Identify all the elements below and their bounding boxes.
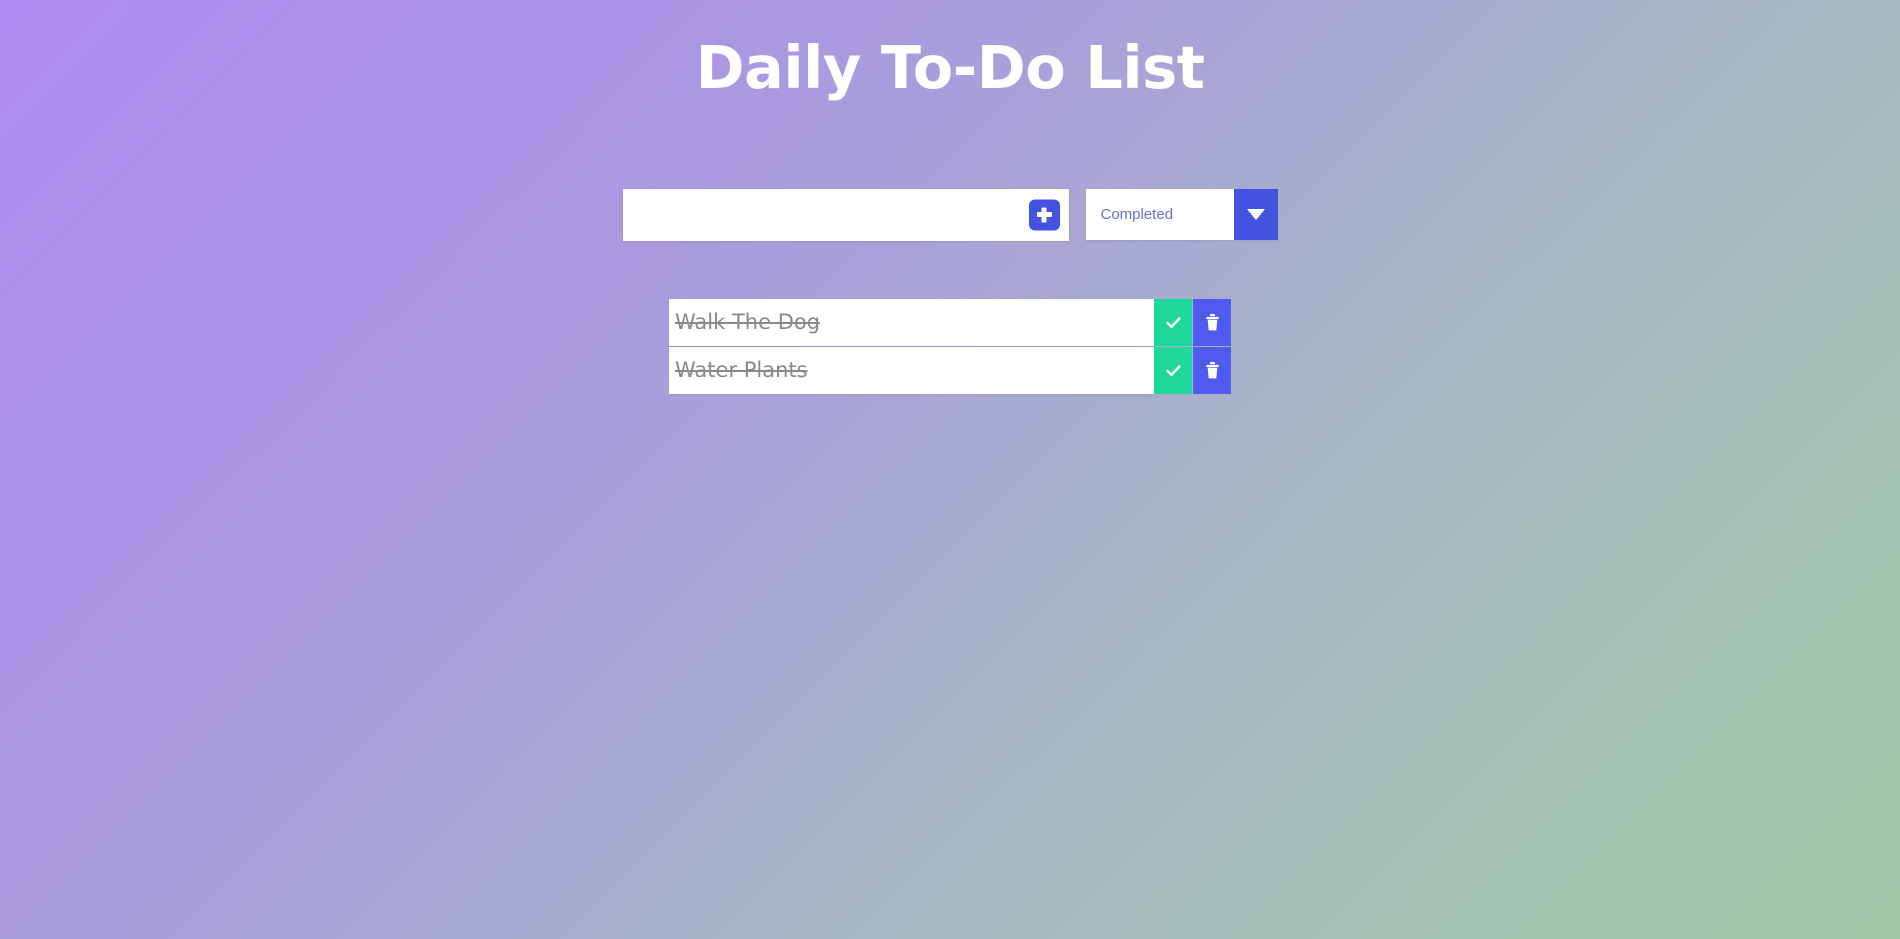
delete-task-button[interactable]: Delete task <box>1193 298 1231 346</box>
filter-dropdown-toggle[interactable] <box>1233 188 1278 240</box>
filter-select[interactable]: Completed <box>1085 188 1278 240</box>
complete-task-button[interactable]: Mark complete <box>1154 298 1192 346</box>
task-row: Walk The Dog Mark complete Delete task <box>669 298 1231 349</box>
controls-row: Add Completed <box>622 188 1278 241</box>
check-icon <box>1164 361 1183 380</box>
new-task-field-wrapper: Add <box>622 188 1069 241</box>
task-row: Water Plants Mark complete Delete task <box>669 346 1231 394</box>
app-shell: Daily To-Do List Add Completed Walk The … <box>0 0 1900 411</box>
add-task-button[interactable]: Add <box>1028 199 1060 231</box>
plus-icon <box>1036 206 1053 223</box>
check-icon <box>1164 313 1183 332</box>
delete-task-button[interactable]: Delete task <box>1193 346 1231 394</box>
chevron-down-icon <box>1246 208 1265 220</box>
complete-task-button[interactable]: Mark complete <box>1154 346 1192 394</box>
trash-icon <box>1204 313 1221 332</box>
page-body: { "app": { "title": "Daily To-Do List" }… <box>0 0 1900 939</box>
task-list: Walk The Dog Mark complete Delete task W… <box>669 298 1231 395</box>
task-label: Walk The Dog <box>669 298 1154 346</box>
filter-selected-value[interactable]: Completed <box>1086 189 1234 240</box>
page-title: Daily To-Do List <box>695 33 1205 102</box>
task-label: Water Plants <box>669 346 1154 394</box>
trash-icon <box>1204 361 1221 380</box>
new-task-input[interactable] <box>622 188 1069 241</box>
